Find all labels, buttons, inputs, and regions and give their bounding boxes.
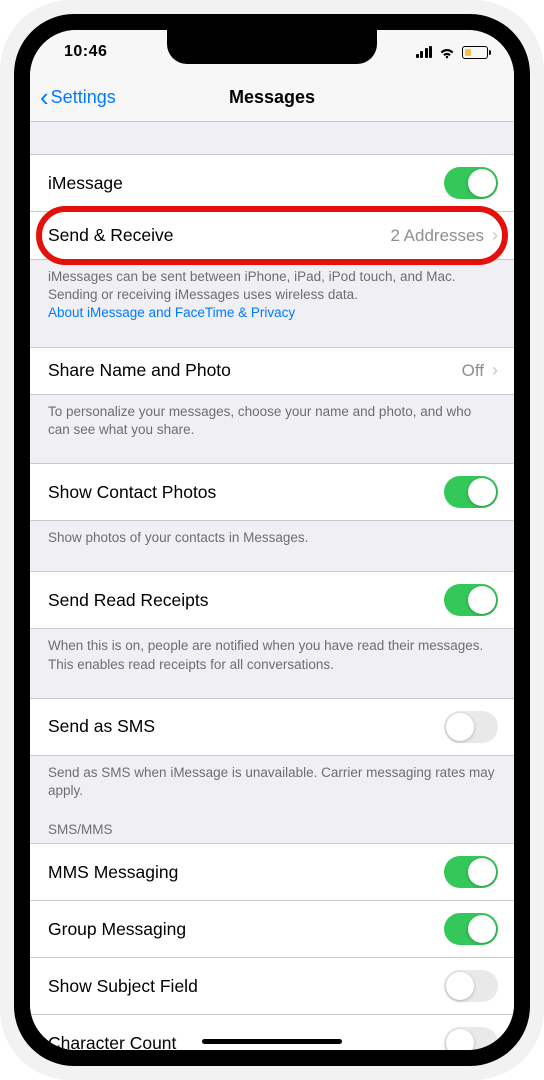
cell-label: Send & Receive [48, 225, 174, 246]
show-contact-photos-footer: Show photos of your contacts in Messages… [30, 521, 514, 557]
wifi-icon [438, 45, 456, 59]
status-time: 10:46 [64, 43, 107, 61]
navigation-bar: ‹ Settings Messages [30, 74, 514, 122]
show-contact-photos-cell[interactable]: Show Contact Photos [30, 463, 514, 521]
mms-messaging-toggle[interactable] [444, 856, 498, 888]
show-subject-field-toggle[interactable] [444, 970, 498, 1002]
cellular-signal-icon [416, 46, 433, 58]
device-frame: 10:46 ‹ Settings Messages iMes [0, 0, 544, 1080]
share-name-photo-cell[interactable]: Share Name and Photo Off › [30, 347, 514, 395]
notch [167, 30, 377, 64]
home-indicator[interactable] [202, 1039, 342, 1044]
about-imessage-link[interactable]: About iMessage and FaceTime & Privacy [48, 305, 295, 320]
sms-mms-header: SMS/MMS [30, 810, 514, 843]
cell-label: Group Messaging [48, 919, 186, 940]
character-count-toggle[interactable] [444, 1027, 498, 1050]
chevron-right-icon: › [492, 225, 498, 246]
group-messaging-cell[interactable]: Group Messaging [30, 901, 514, 958]
send-as-sms-cell[interactable]: Send as SMS [30, 698, 514, 756]
cell-label: Character Count [48, 1033, 176, 1050]
character-count-cell[interactable]: Character Count [30, 1015, 514, 1050]
cell-label: iMessage [48, 173, 123, 194]
cell-label: MMS Messaging [48, 862, 178, 883]
volume-down-button [0, 330, 2, 400]
send-read-receipts-cell[interactable]: Send Read Receipts [30, 571, 514, 629]
cell-label: Show Subject Field [48, 976, 198, 997]
send-read-receipts-toggle[interactable] [444, 584, 498, 616]
chevron-right-icon: › [492, 360, 498, 381]
cell-label: Share Name and Photo [48, 360, 231, 381]
imessage-toggle[interactable] [444, 167, 498, 199]
send-receive-cell[interactable]: Send & Receive 2 Addresses › [30, 212, 514, 260]
settings-content[interactable]: iMessage Send & Receive 2 Addresses › iM… [30, 122, 514, 1050]
mute-switch [0, 170, 2, 210]
device-bezel: 10:46 ‹ Settings Messages iMes [14, 14, 530, 1066]
screen: 10:46 ‹ Settings Messages iMes [30, 30, 514, 1050]
send-read-receipts-footer: When this is on, people are notified whe… [30, 629, 514, 683]
cell-value: 2 Addresses [390, 226, 484, 246]
imessage-cell[interactable]: iMessage [30, 154, 514, 212]
send-as-sms-footer: Send as SMS when iMessage is unavailable… [30, 756, 514, 810]
cell-label: Send as SMS [48, 716, 155, 737]
cell-value: Off [462, 361, 484, 381]
show-subject-field-cell[interactable]: Show Subject Field [30, 958, 514, 1015]
battery-icon [462, 46, 488, 59]
send-receive-footer: iMessages can be sent between iPhone, iP… [30, 260, 514, 333]
cell-label: Show Contact Photos [48, 482, 216, 503]
show-contact-photos-toggle[interactable] [444, 476, 498, 508]
volume-up-button [0, 240, 2, 310]
page-title: Messages [30, 87, 514, 108]
mms-messaging-cell[interactable]: MMS Messaging [30, 843, 514, 901]
share-name-footer: To personalize your messages, choose you… [30, 395, 514, 449]
cell-label: Send Read Receipts [48, 590, 209, 611]
group-messaging-toggle[interactable] [444, 913, 498, 945]
send-as-sms-toggle[interactable] [444, 711, 498, 743]
status-icons [416, 45, 489, 59]
